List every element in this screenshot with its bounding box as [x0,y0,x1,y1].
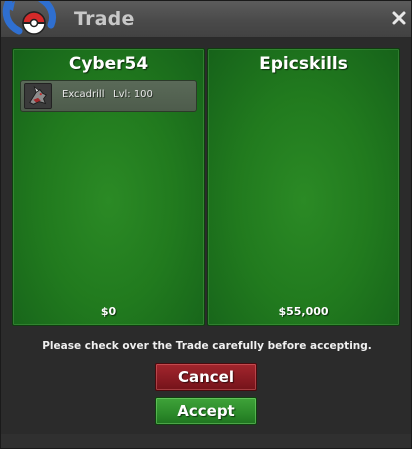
game-logo-icon [2,1,57,35]
title-bar[interactable]: Trade [1,1,411,38]
trade-window: Trade Cyber54 Excadrill Lvl: 100 $0 Epic… [0,0,412,449]
player-name: Cyber54 [68,54,149,74]
offered-money: $55,000 [278,305,329,318]
offered-money: $0 [100,305,117,318]
trade-panel-cyber54: Cyber54 Excadrill Lvl: 100 $0 [12,48,205,326]
item-level: Lvl: 100 [113,89,153,100]
item-name: Excadrill [62,89,105,100]
trade-panel-epicskills: Epicskills $55,000 [207,48,400,326]
close-icon[interactable] [391,10,407,26]
player-name: Epicskills [259,54,348,74]
excadrill-sprite-icon [24,83,52,109]
cancel-button[interactable]: Cancel [155,363,257,391]
window-title: Trade [74,8,135,30]
trade-notice: Please check over the Trade carefully be… [42,340,372,352]
trade-item-excadrill[interactable]: Excadrill Lvl: 100 [20,80,197,112]
trade-body: Cyber54 Excadrill Lvl: 100 $0 Epicskills… [1,38,411,434]
accept-button[interactable]: Accept [155,397,257,425]
